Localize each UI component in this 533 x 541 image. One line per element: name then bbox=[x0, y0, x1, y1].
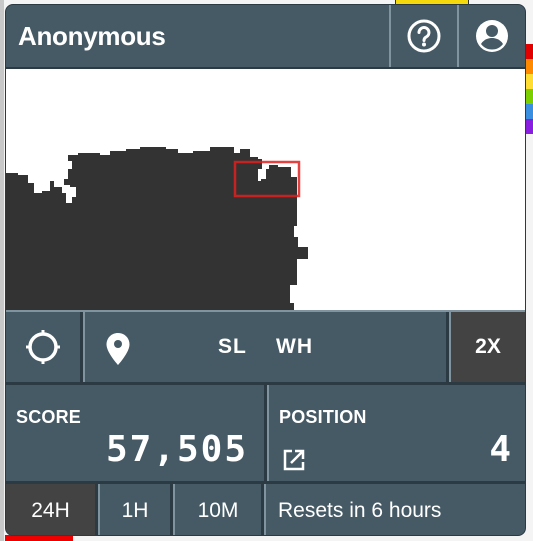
coordinates-button[interactable]: SL WH bbox=[83, 312, 449, 382]
background-canvas-edge bbox=[0, 0, 4, 541]
reset-countdown: Resets in 6 hours bbox=[264, 484, 525, 535]
map-controls: SL WH 2X bbox=[6, 310, 525, 382]
account-button[interactable] bbox=[457, 5, 525, 67]
help-button[interactable] bbox=[389, 5, 457, 67]
open-in-new-icon[interactable] bbox=[283, 449, 305, 471]
zoom-level-button[interactable]: 2X bbox=[449, 312, 525, 382]
panel-header: Anonymous bbox=[6, 5, 525, 67]
minimap-svg bbox=[6, 147, 308, 312]
username: Anonymous bbox=[18, 21, 166, 51]
range-10m-tab[interactable]: 10M bbox=[173, 484, 264, 535]
palette-swatch bbox=[525, 59, 533, 74]
palette-swatch bbox=[525, 74, 533, 89]
palette-swatch bbox=[525, 44, 533, 59]
time-range-row: 24H 1H 10M Resets in 6 hours bbox=[6, 484, 525, 535]
crosshair-icon bbox=[26, 330, 60, 364]
palette-swatch bbox=[525, 119, 533, 134]
range-1h-tab[interactable]: 1H bbox=[98, 484, 173, 535]
position-value: 4 bbox=[489, 429, 511, 470]
coordinates-text: SL WH bbox=[217, 335, 314, 358]
palette-swatch bbox=[525, 104, 533, 119]
range-24h-tab[interactable]: 24H bbox=[6, 484, 98, 535]
position-panel: POSITION 4 bbox=[267, 385, 525, 481]
score-panel: SCORE 57,505 bbox=[6, 385, 267, 481]
map-pin-icon bbox=[106, 333, 130, 365]
account-circle-icon bbox=[476, 20, 508, 52]
minimap[interactable] bbox=[6, 67, 525, 312]
palette-swatch bbox=[525, 89, 533, 104]
score-label: SCORE bbox=[16, 407, 82, 427]
stats-row: SCORE 57,505 POSITION 4 bbox=[6, 382, 525, 484]
position-label: POSITION bbox=[279, 407, 367, 427]
land-region bbox=[6, 147, 308, 312]
question-circle-icon bbox=[407, 19, 441, 53]
player-panel: Anonymous SL WH 2X SCORE 57,505 POSITION… bbox=[5, 4, 526, 536]
score-value: 57,505 bbox=[105, 429, 248, 470]
locate-button[interactable] bbox=[6, 312, 83, 382]
background-palette-strip bbox=[525, 44, 533, 134]
